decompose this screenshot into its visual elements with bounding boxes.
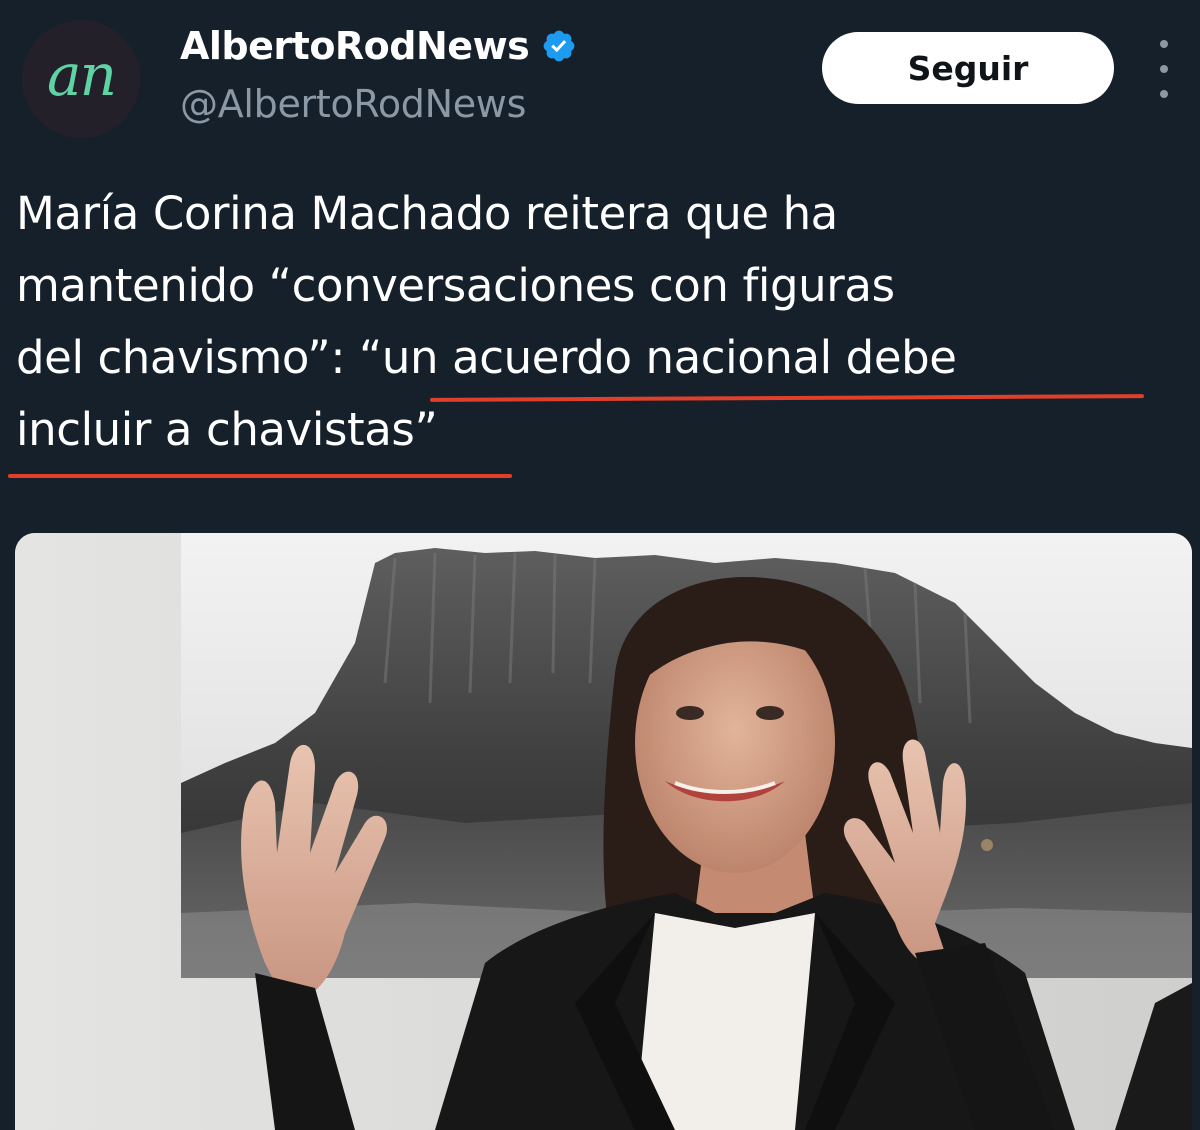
avatar[interactable]: an <box>22 20 140 138</box>
verified-badge-icon <box>543 30 575 62</box>
tweet-text-line: María Corina Machado reitera que ha <box>16 187 838 240</box>
tweet-text-line: incluir a chavistas” <box>16 403 438 456</box>
photo-illustration <box>15 533 1192 1130</box>
tweet-header: an AlbertoRodNews @AlbertoRodNews Seguir <box>0 0 1200 160</box>
more-dot <box>1160 40 1168 48</box>
account-handle[interactable]: @AlbertoRodNews <box>180 82 526 126</box>
follow-button[interactable]: Seguir <box>822 32 1114 104</box>
account-name-row: AlbertoRodNews <box>180 24 577 68</box>
avatar-logo-text: an <box>47 41 117 109</box>
tweet-photo[interactable] <box>15 533 1192 1130</box>
tweet-text-line: mantenido “conversaciones con figuras <box>16 259 895 312</box>
tweet-text-line: del chavismo”: “un acuerdo nacional debe <box>16 331 957 384</box>
more-options-icon[interactable] <box>1150 40 1178 98</box>
red-underline-mark <box>8 474 512 478</box>
display-name[interactable]: AlbertoRodNews <box>180 24 530 68</box>
tweet-text: María Corina Machado reitera que ha mant… <box>16 178 1186 466</box>
more-dot <box>1160 90 1168 98</box>
more-dot <box>1160 65 1168 73</box>
